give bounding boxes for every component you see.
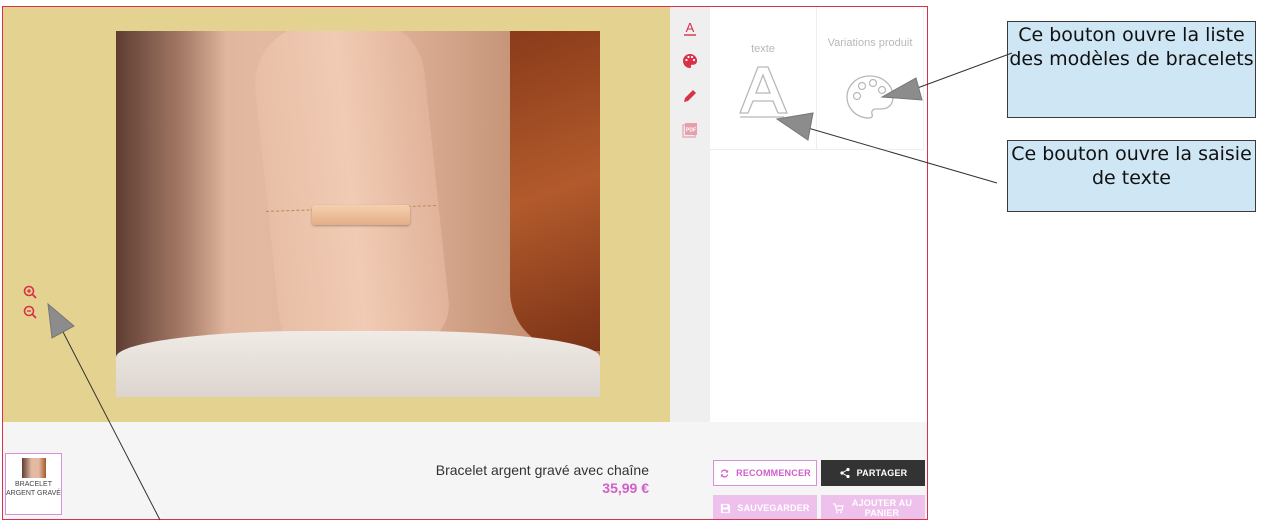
- photo-arm: [249, 31, 453, 359]
- text-option-label: texte: [751, 43, 775, 55]
- text-tool-icon[interactable]: A: [680, 19, 700, 39]
- zoom-in-icon[interactable]: [21, 283, 41, 303]
- share-button[interactable]: PARTAGER: [821, 460, 925, 486]
- callout-text: Ce bouton ouvre la saisie de texte: [1007, 140, 1256, 212]
- save-button[interactable]: SAUVEGARDER: [713, 495, 817, 519]
- add-to-cart-label: AJOUTER AU PANIER: [851, 498, 913, 518]
- product-price: 35,99 €: [602, 480, 649, 496]
- photo-hair: [510, 31, 600, 351]
- tool-strip: A PDF: [670, 7, 710, 422]
- design-stage: [3, 7, 670, 422]
- share-label: PARTAGER: [856, 468, 908, 478]
- photo-shirt: [116, 331, 600, 397]
- bottom-bar: BRACELET ARGENT GRAVÉ Bracelet argent gr…: [3, 422, 927, 519]
- product-thumbnail[interactable]: BRACELET ARGENT GRAVÉ: [5, 453, 62, 515]
- text-option-tile[interactable]: texte: [710, 7, 817, 150]
- add-to-cart-button[interactable]: AJOUTER AU PANIER: [821, 495, 925, 519]
- share-icon: [840, 467, 850, 479]
- svg-text:A: A: [686, 20, 695, 35]
- callout-models: Ce bouton ouvre la liste des modèles de …: [1007, 21, 1256, 118]
- zoom-out-icon[interactable]: [21, 303, 41, 323]
- restart-button[interactable]: RECOMMENCER: [713, 460, 817, 486]
- thumbnail-label: BRACELET ARGENT GRAVÉ: [6, 481, 61, 497]
- refresh-icon: [720, 468, 729, 478]
- cart-icon: [833, 503, 844, 514]
- product-variations-tile[interactable]: Variations produit: [817, 7, 924, 150]
- designer-frame: A PDF texte Variations produit BRACELET …: [2, 6, 928, 520]
- letter-a-outline-icon: [739, 66, 788, 118]
- pdf-icon[interactable]: PDF: [680, 120, 700, 140]
- product-photo: [116, 31, 600, 397]
- bracelet-plate: [312, 205, 410, 225]
- save-icon: [721, 503, 731, 513]
- pencil-icon[interactable]: [680, 86, 700, 106]
- palette-outline-icon: [846, 75, 894, 119]
- product-variations-label: Variations produit: [827, 37, 913, 49]
- palette-icon[interactable]: [680, 51, 700, 71]
- svg-text:PDF: PDF: [686, 128, 696, 134]
- save-label: SAUVEGARDER: [737, 503, 810, 513]
- restart-label: RECOMMENCER: [736, 468, 811, 478]
- product-name: Bracelet argent gravé avec chaîne: [435, 462, 649, 478]
- thumbnail-image: [22, 458, 46, 478]
- options-panel: texte Variations produit: [710, 7, 927, 422]
